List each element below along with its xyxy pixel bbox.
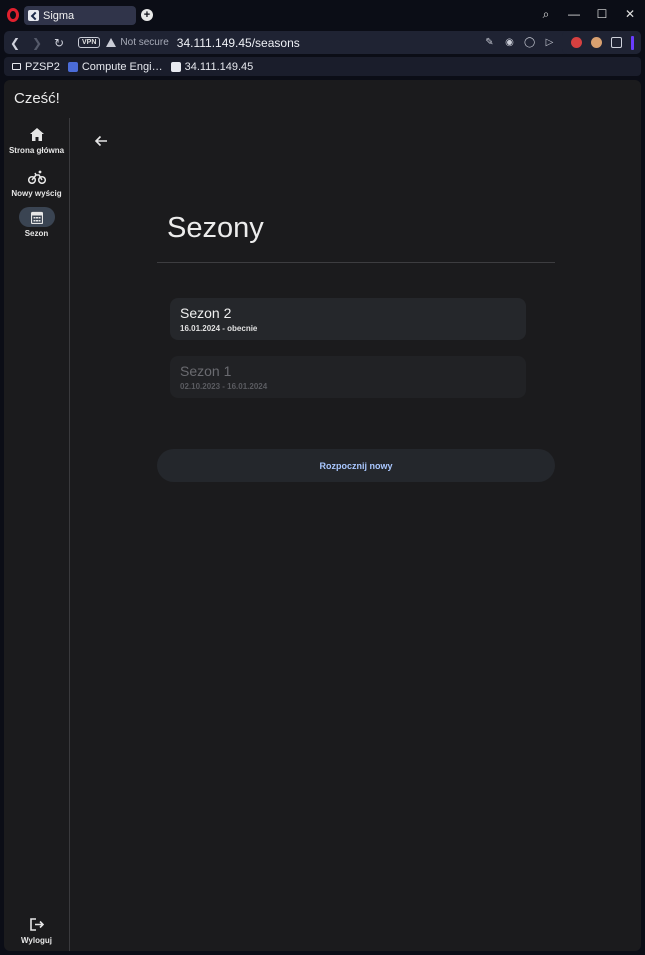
opera-logo-icon[interactable] — [7, 8, 19, 22]
folder-icon — [12, 63, 21, 70]
extension-red-icon[interactable] — [571, 37, 582, 48]
bookmark-label: PZSP2 — [25, 60, 60, 73]
back-nav-icon[interactable]: ❮ — [4, 36, 26, 50]
browser-tab-strip: Sigma + ⌕ — ☐ ✕ — [0, 0, 645, 30]
warning-icon — [106, 38, 117, 47]
window-controls: ⌕ — ☐ ✕ — [539, 7, 637, 22]
season-dates: 02.10.2023 - 16.01.2024 — [180, 382, 268, 391]
extensions-group — [562, 31, 641, 54]
navigation-rail: Strona główna Nowy wyścig Sezon Wyloguj — [4, 118, 70, 951]
play-icon[interactable]: ▷ — [544, 37, 555, 48]
nav-label: Nowy wyścig — [11, 189, 62, 198]
bookmarks-bar: PZSP2 Compute Engi… 34.111.149.45 — [4, 57, 641, 76]
page-title: Sezony — [167, 212, 264, 244]
nav-label: Wyloguj — [21, 936, 52, 945]
bookmark-label: 34.111.149.45 — [184, 60, 254, 73]
bicycle-icon — [19, 167, 55, 187]
camera-icon[interactable]: ◉ — [504, 37, 515, 48]
nav-item-season[interactable]: Sezon — [4, 207, 69, 238]
nav-item-home[interactable]: Strona główna — [4, 124, 69, 155]
maximize-button[interactable]: ☐ — [595, 7, 609, 21]
tab-favicon-icon — [28, 10, 39, 21]
extension-face-icon[interactable] — [591, 37, 602, 48]
bookmark-site[interactable]: 34.111.149.45 — [170, 60, 254, 73]
web-page: Cześć! Strona główna Nowy wyścig Sezon W… — [4, 80, 641, 951]
not-secure-label[interactable]: Not secure — [120, 37, 168, 48]
nav-label: Sezon — [24, 229, 49, 238]
season-name: Sezon 2 — [180, 305, 232, 321]
back-arrow-icon[interactable] — [94, 134, 110, 150]
season-dates: 16.01.2024 - obecnie — [180, 324, 258, 333]
vpn-badge[interactable]: VPN — [78, 37, 101, 48]
extension-cube-icon[interactable] — [611, 37, 622, 48]
calendar-icon — [18, 207, 55, 227]
search-icon[interactable]: ⌕ — [539, 7, 553, 21]
edit-icon[interactable]: ✎ — [484, 37, 495, 48]
app-icon — [170, 61, 181, 72]
reload-icon[interactable]: ↻ — [48, 36, 70, 50]
browser-tab[interactable]: Sigma — [24, 6, 136, 25]
address-bar: ❮ ❯ ↻ VPN Not secure 34.111.149.45/seaso… — [4, 31, 641, 54]
tab-title: Sigma — [43, 9, 75, 22]
logout-icon — [19, 914, 55, 934]
forward-nav-icon[interactable]: ❯ — [26, 36, 48, 50]
season-card-past[interactable]: Sezon 1 02.10.2023 - 16.01.2024 — [170, 356, 526, 398]
title-divider — [157, 262, 555, 263]
home-icon — [19, 124, 55, 144]
close-button[interactable]: ✕ — [623, 7, 637, 21]
season-card-current[interactable]: Sezon 2 16.01.2024 - obecnie — [170, 298, 526, 340]
nav-item-new-race[interactable]: Nowy wyścig — [4, 167, 69, 198]
url-input[interactable]: 34.111.149.45/seasons — [177, 36, 300, 50]
sidebar-toggle-icon[interactable] — [631, 35, 634, 50]
shield-icon[interactable]: ◯ — [524, 37, 535, 48]
bookmark-label: Compute Engi… — [81, 60, 163, 73]
globe-icon — [67, 61, 78, 72]
greeting: Cześć! — [14, 90, 60, 107]
start-new-season-button[interactable]: Rozpocznij nowy — [157, 449, 555, 482]
bookmark-pzsp2[interactable]: PZSP2 — [12, 61, 60, 73]
new-tab-button[interactable]: + — [141, 9, 153, 21]
minimize-button[interactable]: — — [567, 7, 581, 21]
nav-item-logout[interactable]: Wyloguj — [4, 914, 69, 945]
bookmark-compute-engine[interactable]: Compute Engi… — [67, 60, 163, 73]
season-name: Sezon 1 — [180, 363, 232, 379]
nav-label: Strona główna — [8, 146, 65, 155]
